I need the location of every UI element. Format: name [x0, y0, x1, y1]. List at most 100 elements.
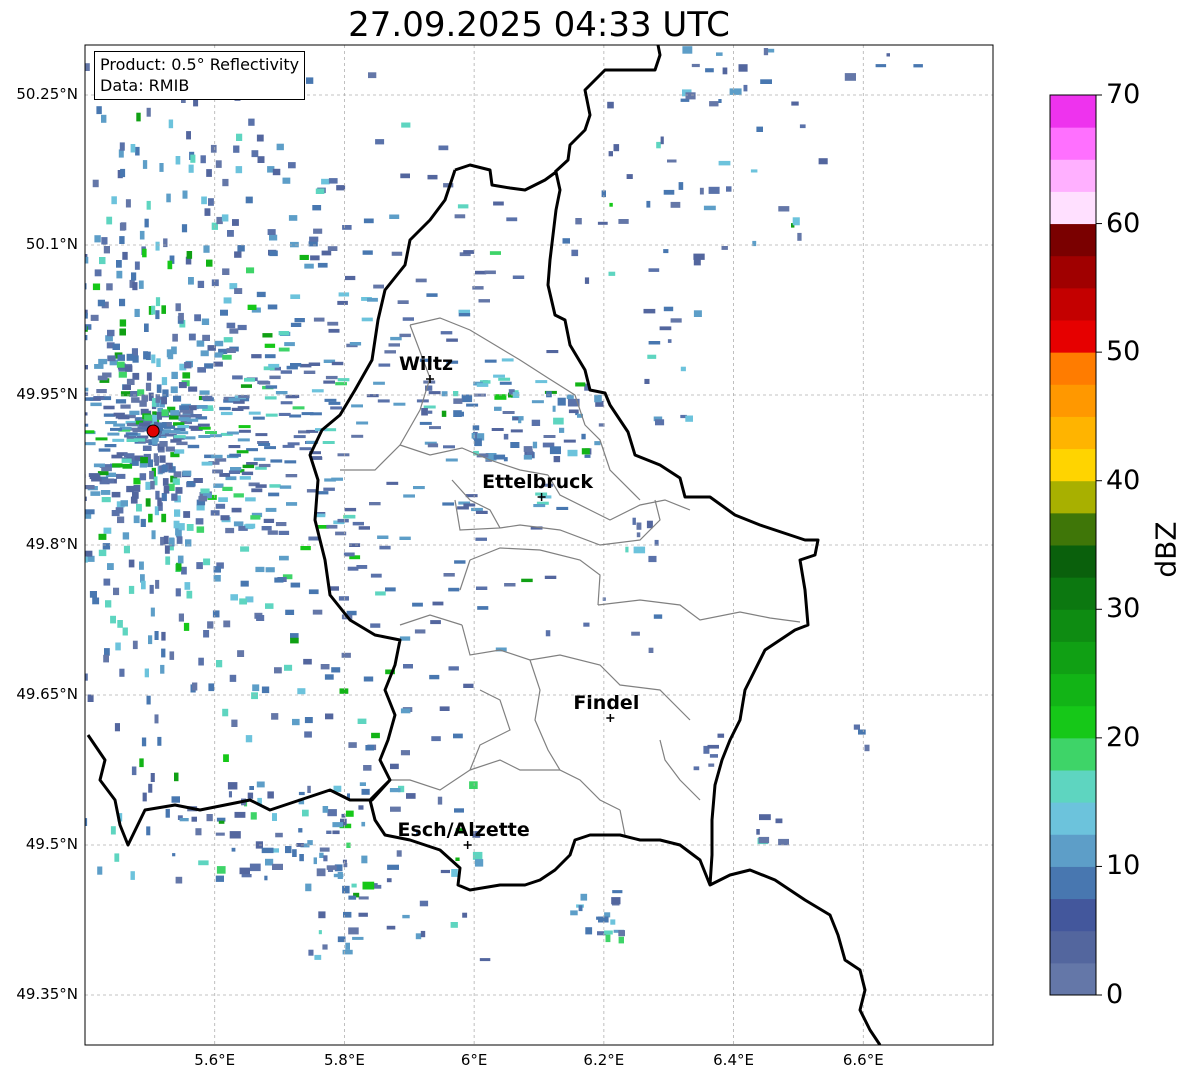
- city-label: Findel: [573, 692, 640, 714]
- echo-cell: [358, 912, 368, 917]
- echo-cell: [104, 478, 115, 484]
- echo-cell: [113, 587, 120, 596]
- echo-cell: [685, 92, 696, 100]
- echo-cell: [427, 174, 438, 180]
- echo-cell: [128, 585, 135, 594]
- echo-cell: [440, 869, 450, 874]
- echo-cell: [315, 188, 325, 194]
- echo-cell: [230, 594, 238, 601]
- echo-cell: [98, 448, 111, 452]
- lon-tick-label: 6.4°E: [713, 1051, 754, 1069]
- echo-cell: [103, 246, 110, 254]
- echo-cell: [38, 657, 46, 663]
- echo-cell: [20, 441, 32, 444]
- echo-cell: [57, 514, 67, 518]
- echo-cell: [303, 370, 316, 374]
- echo-cell: [363, 676, 374, 682]
- echo-cell: [144, 323, 149, 332]
- echo-cell: [443, 445, 455, 449]
- echo-cell: [144, 218, 149, 228]
- echo-cell: [610, 919, 616, 925]
- echo-cell: [182, 372, 191, 379]
- echo-cell: [290, 637, 299, 644]
- echo-cell: [59, 295, 68, 301]
- echo-cell: [557, 397, 566, 406]
- echo-cell: [32, 775, 39, 782]
- echo-cell: [237, 438, 250, 442]
- echo-cell: [145, 481, 151, 490]
- echo-cell: [778, 206, 790, 212]
- echo-cell: [0, 573, 8, 578]
- echo-cell: [778, 838, 789, 846]
- echo-cell: [375, 139, 385, 145]
- echo-cell: [125, 199, 131, 208]
- echo-cell: [585, 927, 593, 935]
- data-source-label: Data: RMIB: [100, 76, 190, 95]
- echo-cell: [0, 356, 8, 360]
- echo-cell: [203, 630, 210, 638]
- echo-cell: [478, 299, 490, 303]
- echo-cell: [178, 613, 184, 622]
- echo-cell: [347, 566, 359, 571]
- echo-cell: [461, 394, 473, 403]
- echo-cell: [163, 535, 169, 545]
- echo-cell: [165, 808, 170, 818]
- echo-cell: [238, 425, 251, 429]
- echo-cell: [40, 50, 46, 57]
- echo-cell: [10, 483, 22, 486]
- echo-cell: [594, 441, 601, 446]
- echo-cell: [484, 359, 497, 363]
- echo-cell: [141, 580, 146, 590]
- echo-cell: [186, 251, 193, 259]
- lat-tick-label: 49.35°N: [16, 985, 78, 1003]
- echo-cell: [155, 579, 160, 589]
- echo-cell: [95, 437, 108, 441]
- echo-cell: [345, 942, 350, 950]
- lon-tick-label: 5.8°E: [324, 1051, 365, 1069]
- echo-cell: [85, 430, 95, 434]
- echo-cell: [26, 409, 38, 412]
- echo-cell: [72, 439, 84, 442]
- echo-cell: [110, 615, 116, 624]
- echo-cell: [278, 331, 289, 336]
- colorbar-segment: [1050, 512, 1096, 546]
- echo-cell: [343, 552, 355, 557]
- echo-cell: [136, 503, 142, 512]
- echo-cell: [226, 431, 239, 435]
- echo-cell: [285, 474, 298, 478]
- echo-cell: [115, 399, 127, 404]
- echo-cell: [123, 545, 130, 554]
- echo-cell: [229, 453, 241, 457]
- echo-cell: [152, 5, 156, 14]
- echo-cell: [211, 279, 219, 287]
- echo-cell: [204, 208, 211, 216]
- echo-cell: [162, 389, 169, 398]
- echo-cell: [0, 343, 5, 347]
- echo-cell: [366, 394, 379, 398]
- echo-cell: [163, 238, 168, 248]
- echo-cell: [253, 457, 266, 461]
- echo-cell: [175, 588, 181, 597]
- echo-cell: [116, 361, 125, 368]
- echo-cell: [115, 642, 121, 651]
- echo-cell: [190, 414, 202, 418]
- colorbar-segment: [1050, 352, 1096, 385]
- echo-cell: [54, 65, 60, 72]
- colorbar-segment: [1050, 320, 1096, 353]
- echo-cell: [230, 467, 242, 471]
- echo-cell: [312, 205, 322, 211]
- echo-cell: [337, 300, 348, 305]
- echo-cell: [39, 259, 48, 265]
- echo-cell: [359, 782, 366, 786]
- colorbar-segment: [1050, 898, 1096, 932]
- echo-cell: [453, 733, 463, 739]
- echo-cell: [2, 318, 13, 322]
- echo-cell: [523, 454, 532, 460]
- echo-cell: [361, 821, 366, 827]
- echo-cell: [132, 429, 145, 433]
- echo-cell: [738, 64, 748, 72]
- echo-cell: [439, 706, 450, 711]
- echo-cell: [150, 607, 155, 617]
- echo-cell: [261, 847, 274, 854]
- echo-cell: [255, 433, 268, 437]
